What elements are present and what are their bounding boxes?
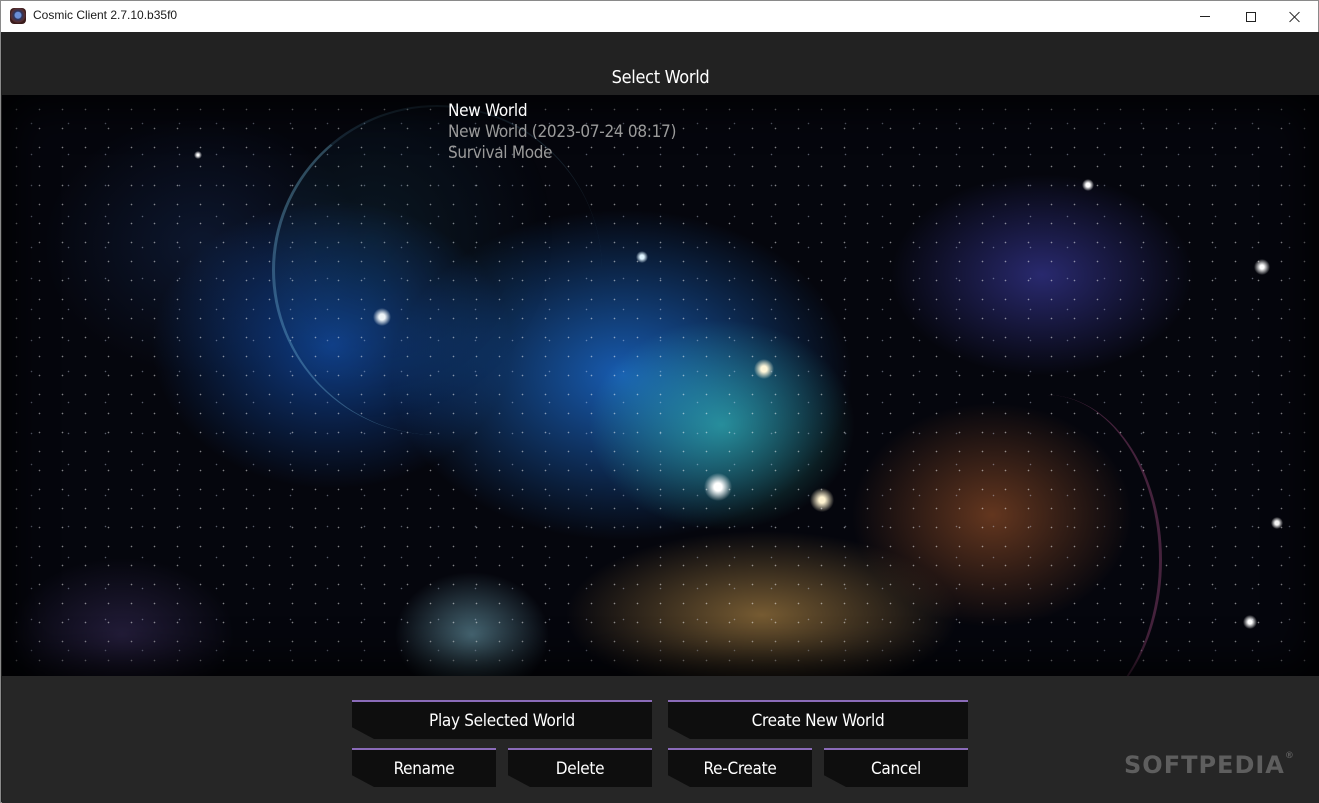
maximize-button[interactable] (1228, 1, 1274, 32)
world-detail: New World (2023-07-24 08:17) (448, 122, 677, 142)
maximize-icon (1246, 11, 1256, 22)
cancel-button[interactable]: Cancel (824, 748, 968, 787)
world-list-panel[interactable]: New World New World (2023-07-24 08:17) S… (2, 95, 1319, 676)
play-selected-world-button[interactable]: Play Selected World (352, 700, 652, 739)
minimize-icon (1200, 16, 1210, 17)
app-icon (10, 8, 26, 24)
watermark-text: SOFTPEDIA (1124, 751, 1285, 779)
softpedia-watermark: SOFTPEDIA® (1124, 751, 1295, 779)
create-new-world-button[interactable]: Create New World (668, 700, 968, 739)
minimize-button[interactable] (1182, 1, 1228, 32)
world-list-item[interactable]: New World New World (2023-07-24 08:17) S… (448, 101, 868, 164)
title-bar[interactable]: Cosmic Client 2.7.10.b35f0 (1, 1, 1318, 32)
panel-vignette (2, 95, 1319, 676)
close-icon (1289, 11, 1301, 23)
window-title: Cosmic Client 2.7.10.b35f0 (33, 8, 178, 22)
page-title: Select World (611, 67, 710, 88)
world-mode: Survival Mode (448, 143, 553, 163)
rename-button[interactable]: Rename (352, 748, 496, 787)
re-create-button[interactable]: Re-Create (668, 748, 812, 787)
watermark-mark: ® (1284, 751, 1295, 761)
app-window: Cosmic Client 2.7.10.b35f0 Select World … (0, 0, 1319, 803)
close-button[interactable] (1272, 1, 1318, 32)
action-bar: Play Selected World Create New World Ren… (2, 676, 1319, 803)
delete-button[interactable]: Delete (508, 748, 652, 787)
header-bar: Select World (2, 32, 1319, 95)
world-name: New World (448, 101, 528, 121)
